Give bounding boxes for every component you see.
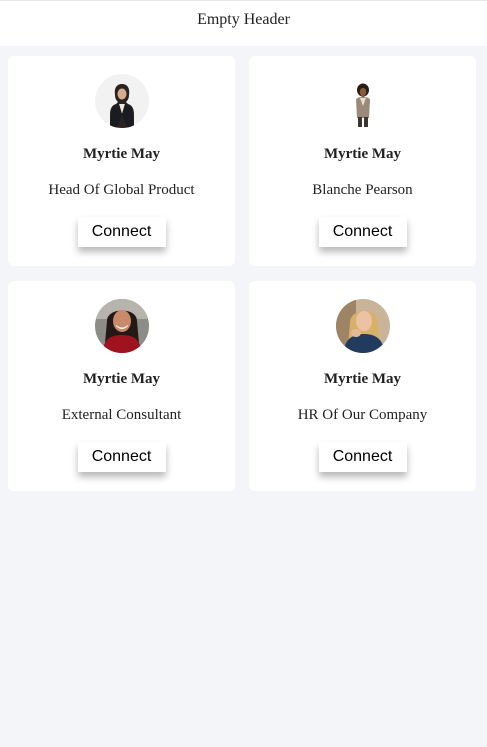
- connect-button[interactable]: Connect: [318, 217, 407, 247]
- card-role: Blanche Pearson: [312, 182, 413, 198]
- profile-card: Myrtie May Blanche Pearson Connect: [249, 56, 476, 266]
- page-header: Empty Header: [0, 0, 487, 46]
- person-avatar-icon: [335, 299, 390, 353]
- card-role: External Consultant: [61, 407, 182, 423]
- card-name: Myrtie May: [82, 146, 161, 162]
- profile-card-grid: Myrtie May Head Of Global Product Connec…: [8, 56, 477, 491]
- person-avatar-icon: [94, 74, 149, 128]
- connect-button[interactable]: Connect: [318, 442, 407, 472]
- card-role: HR Of Our Company: [297, 407, 428, 423]
- profile-card: Myrtie May Head Of Global Product Connec…: [8, 56, 235, 266]
- card-name: Myrtie May: [323, 371, 402, 387]
- person-avatar-icon: [335, 74, 390, 128]
- card-name: Myrtie May: [323, 146, 402, 162]
- card-role: Head Of Global Product: [48, 182, 195, 198]
- person-avatar-icon: [94, 299, 149, 353]
- header-title: Empty Header: [197, 10, 290, 28]
- connect-button[interactable]: Connect: [77, 217, 166, 247]
- card-name: Myrtie May: [82, 371, 161, 387]
- connect-button[interactable]: Connect: [77, 442, 166, 472]
- profile-card: Myrtie May External Consultant Connect: [8, 281, 235, 491]
- profile-card: Myrtie May HR Of Our Company Connect: [249, 281, 476, 491]
